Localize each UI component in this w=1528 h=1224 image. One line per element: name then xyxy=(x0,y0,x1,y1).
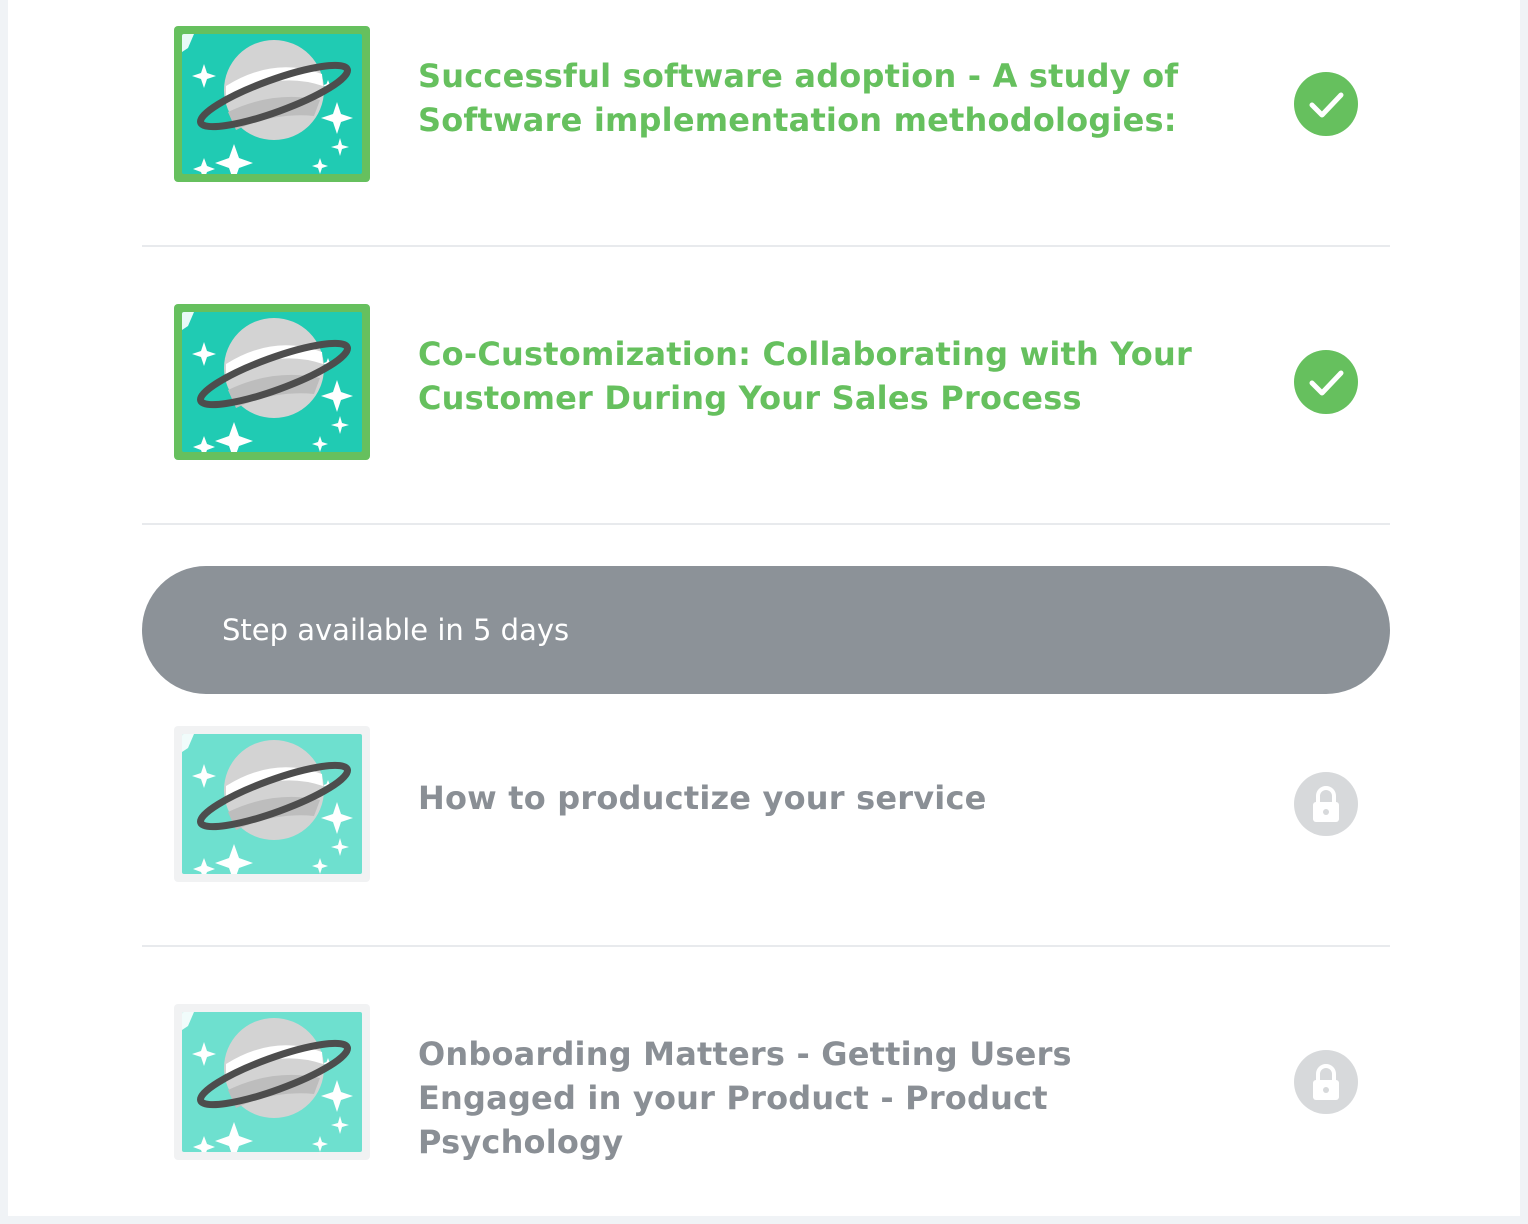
step-row-1[interactable]: Successful software adoption - A study o… xyxy=(142,0,1390,246)
divider xyxy=(142,523,1390,525)
completed-status-badge xyxy=(1294,72,1358,136)
step-thumbnail xyxy=(174,726,370,882)
planet-icon xyxy=(182,34,362,174)
planet-icon xyxy=(182,734,362,874)
step-availability-banner: Step available in 5 days xyxy=(142,566,1390,694)
divider xyxy=(142,245,1390,247)
step-title[interactable]: Successful software adoption - A study o… xyxy=(418,54,1238,142)
step-row-3: How to productize your service xyxy=(142,700,1390,946)
step-title[interactable]: Co-Customization: Collaborating with You… xyxy=(418,332,1238,420)
step-row-2[interactable]: Co-Customization: Collaborating with You… xyxy=(142,278,1390,524)
locked-status-badge xyxy=(1294,772,1358,836)
step-thumbnail xyxy=(174,1004,370,1160)
course-steps-page: Successful software adoption - A study o… xyxy=(8,0,1520,1216)
step-thumbnail[interactable] xyxy=(174,304,370,460)
check-icon xyxy=(1309,92,1344,118)
step-thumbnail[interactable] xyxy=(174,26,370,182)
availability-text: Step available in 5 days xyxy=(222,613,570,647)
step-title: Onboarding Matters - Getting Users Engag… xyxy=(418,1035,1072,1161)
divider xyxy=(142,945,1390,947)
planet-icon xyxy=(182,312,362,452)
planet-icon xyxy=(182,1012,362,1152)
step-row-4: Onboarding Matters - Getting Users Engag… xyxy=(142,978,1390,1224)
locked-status-badge xyxy=(1294,1050,1358,1114)
lock-icon xyxy=(1313,786,1339,822)
check-icon xyxy=(1309,370,1344,396)
lock-icon xyxy=(1313,1064,1339,1100)
completed-status-badge xyxy=(1294,350,1358,414)
step-title: How to productize your service xyxy=(418,779,987,817)
